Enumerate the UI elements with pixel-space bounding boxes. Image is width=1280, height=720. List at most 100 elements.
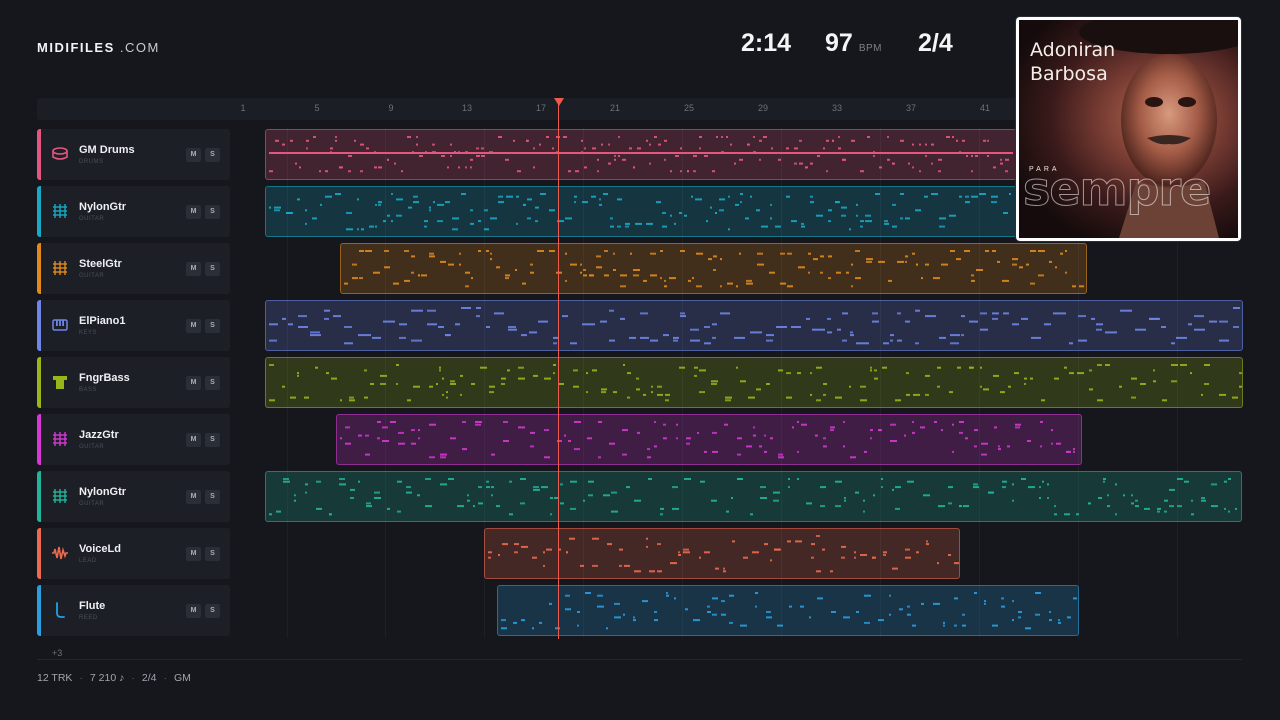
track-header[interactable]: JazzGtr GUITAR M S [37,414,230,465]
track-header[interactable]: ElPiano1 KEYS M S [37,300,230,351]
ruler-tick: 37 [905,103,917,113]
ruler-tick: 13 [461,103,473,113]
track-header[interactable]: Flute REED M S [37,585,230,636]
track-count: 12 TRK [37,672,73,684]
clip-notes [344,250,1084,288]
track-header[interactable]: VoiceLd LEAD M S [37,528,230,579]
logo-name: MIDIFILES [37,40,115,55]
track-header[interactable]: NylonGtr GUITAR M S [37,471,230,522]
logo-suffix: .COM [114,40,160,55]
midi-clip[interactable] [340,243,1087,294]
guitar-grid-icon [51,487,69,505]
track-category: DRUMS [79,159,104,165]
guitar-grid-icon [51,259,69,277]
clip-notes [269,136,1013,173]
more-tracks-count[interactable]: +3 [52,648,62,658]
midi-clip[interactable] [265,300,1243,351]
track-header[interactable]: SteelGtr GUITAR M S [37,243,230,294]
separator: · [79,672,83,684]
ruler-tick: 1 [240,103,246,113]
artist-last-name: Barbosa [1030,63,1108,85]
mute-button[interactable]: M [186,547,201,561]
track-category: GUITAR [79,216,105,222]
note-count: 7 210 ♪ [89,672,125,684]
bpm-label: BPM [858,43,882,54]
track-category: KEYS [79,330,98,336]
track-name: FngrBass [79,372,130,384]
guitar-grid-icon [51,430,69,448]
ruler-tick: 9 [388,103,394,113]
track-header[interactable]: NylonGtr GUITAR M S [37,186,230,237]
mute-button[interactable]: M [186,490,201,504]
ruler-tick: 17 [535,103,547,113]
album-cover: Adoniran Barbosa sempre PARA [1016,17,1241,241]
solo-button[interactable]: S [205,490,220,504]
bass-icon [51,373,69,391]
playhead-marker[interactable] [554,98,564,106]
track-header[interactable]: FngrBass BASS M S [37,357,230,408]
midi-clip[interactable] [484,528,960,579]
solo-button[interactable]: S [205,376,220,390]
mute-button[interactable]: M [186,376,201,390]
track-color-bar [37,471,41,522]
separator: · [163,672,167,684]
ruler-tick: 5 [314,103,320,113]
track-color-bar [37,585,41,636]
midi-clip[interactable] [265,471,1242,522]
ruler-tick: 29 [757,103,769,113]
midi-clip[interactable] [336,414,1082,465]
solo-button[interactable]: S [205,604,220,618]
playhead[interactable] [558,104,559,639]
track-color-bar [37,243,41,294]
flute-icon [51,601,69,619]
mute-button[interactable]: M [186,262,201,276]
guitar-grid-icon [51,202,69,220]
midi-clip[interactable] [497,585,1079,636]
footer-stats: 12 TRK · 7 210 ♪ · 2/4 · GM [37,672,191,684]
track-color-bar [37,129,41,180]
midi-clip[interactable] [265,186,1017,237]
track-category: GUITAR [79,273,105,279]
album-art: Adoniran Barbosa sempre PARA [1019,20,1238,238]
site-logo[interactable]: MIDIFILES .COM [37,40,160,55]
track-name: NylonGtr [79,201,127,213]
track-name: GM Drums [79,144,135,156]
mute-button[interactable]: M [186,604,201,618]
separator: · [131,672,135,684]
album-title-prefix: PARA [1029,166,1060,173]
solo-button[interactable]: S [205,262,220,276]
midi-clip[interactable] [265,357,1243,408]
clip-notes [501,592,1077,630]
solo-button[interactable]: S [205,433,220,447]
midi-clip[interactable] [265,129,1017,180]
clip-notes [340,421,1075,459]
mute-button[interactable]: M [186,148,201,162]
ruler-tick: 25 [683,103,695,113]
track-category: LEAD [79,558,97,564]
mute-button[interactable]: M [186,319,201,333]
track-name: SteelGtr [79,258,122,270]
solo-button[interactable]: S [205,148,220,162]
track-color-bar [37,528,41,579]
clip-notes [269,307,1240,345]
track-name: ElPiano1 [79,315,126,327]
track-header[interactable]: GM Drums DRUMS M S [37,129,230,180]
mute-button[interactable]: M [186,433,201,447]
clip-notes [269,364,1242,402]
drum-icon [51,145,69,163]
keys-icon [51,316,69,334]
solo-button[interactable]: S [205,547,220,561]
midi-standard: GM [173,672,191,684]
tempo-display: 97 BPM [825,29,882,58]
track-color-bar [37,186,41,237]
solo-button[interactable]: S [205,205,220,219]
clip-notes [269,193,1011,231]
artist-first-name: Adoniran [1030,39,1116,61]
track-name: Flute [79,600,106,612]
solo-button[interactable]: S [205,319,220,333]
elapsed-time: 2:14 [741,29,792,57]
track-color-bar [37,414,41,465]
album-artist: Adoniran Barbosa [1030,38,1115,86]
track-color-bar [37,300,41,351]
mute-button[interactable]: M [186,205,201,219]
